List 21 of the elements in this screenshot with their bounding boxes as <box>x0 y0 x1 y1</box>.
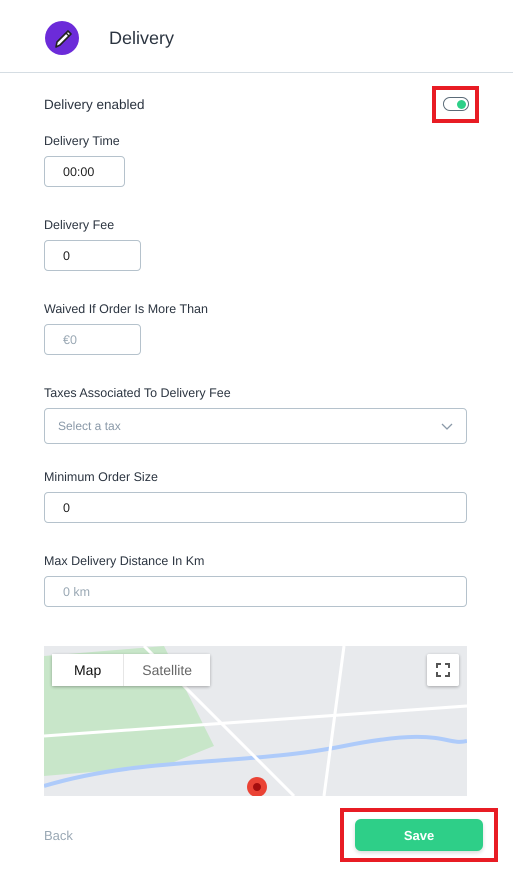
field-label: Waived If Order Is More Than <box>44 302 209 316</box>
map-pin-icon <box>246 776 268 796</box>
fullscreen-icon <box>436 663 450 677</box>
page-title: Delivery <box>109 28 174 48</box>
input-field[interactable]: 0 km <box>44 576 467 607</box>
chevron-down-icon <box>441 422 453 430</box>
delivery-enabled-label: Delivery enabled <box>44 96 145 112</box>
delivery-toggle[interactable] <box>442 97 468 111</box>
input-field[interactable]: 0 <box>44 492 467 523</box>
input-field[interactable]: 0 <box>44 240 141 271</box>
field-label: Minimum Order Size <box>44 470 159 484</box>
pencil-logo-icon <box>45 21 79 55</box>
map-type-tab[interactable]: Satellite <box>124 654 210 686</box>
field-label: Taxes Associated To Delivery Fee <box>44 386 232 400</box>
fullscreen-button[interactable] <box>427 654 459 686</box>
input-field[interactable]: 00:00 <box>44 156 125 187</box>
input-field[interactable]: €0 <box>44 324 141 355</box>
field-label: Delivery Time <box>44 134 121 148</box>
field-label: Delivery Fee <box>44 218 116 232</box>
map-type-tab[interactable]: Map <box>52 654 124 686</box>
field-label: Max Delivery Distance In Km <box>44 554 206 568</box>
